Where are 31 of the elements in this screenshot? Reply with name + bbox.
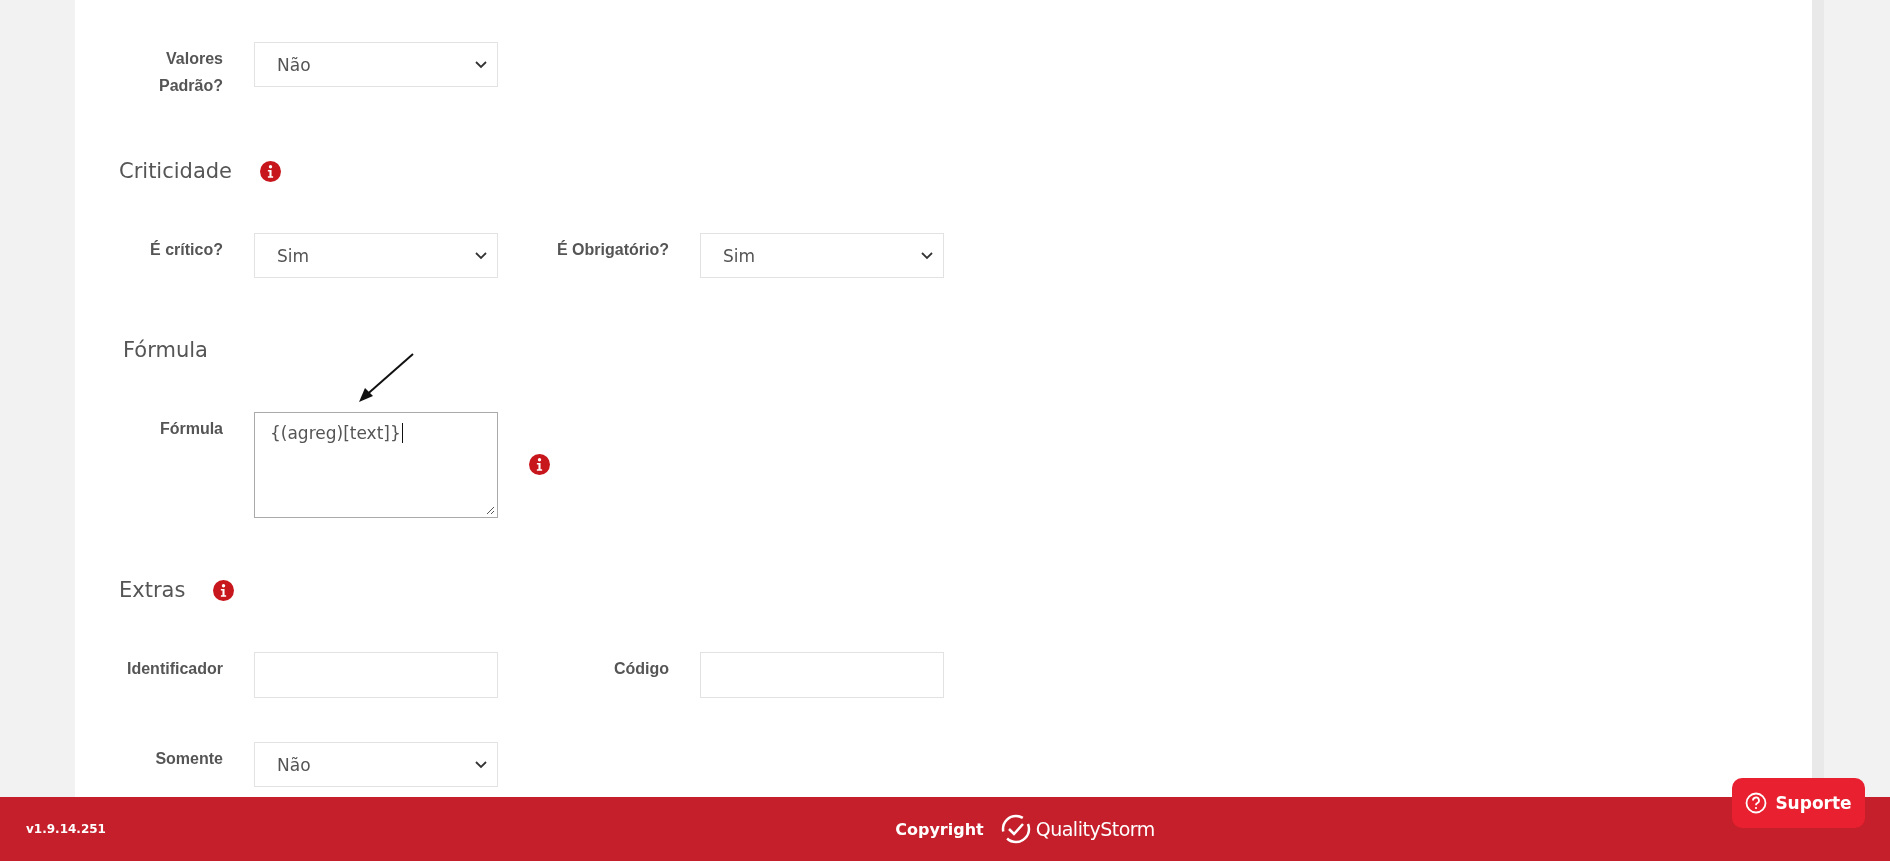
select-field[interactable]: Não bbox=[254, 742, 498, 787]
chevron-down-icon bbox=[475, 60, 487, 69]
brand-logo: QualityStorm bbox=[999, 813, 1155, 845]
formula-textarea[interactable]: {(agreg)[text]} bbox=[254, 412, 498, 518]
support-button[interactable]: Suporte bbox=[1732, 778, 1865, 828]
section-heading: Criticidade bbox=[119, 159, 233, 183]
resize-grip-icon[interactable] bbox=[486, 506, 495, 515]
copyright-label: Copyright bbox=[895, 819, 984, 839]
field-label: Valores Padrão? bbox=[158, 49, 223, 96]
help-icon bbox=[1745, 792, 1768, 814]
field-label: É crítico? bbox=[150, 239, 223, 260]
field-label: Identificador bbox=[127, 659, 223, 679]
select-field[interactable]: Sim bbox=[254, 233, 498, 278]
input-field[interactable] bbox=[700, 652, 944, 698]
section-heading: Extras bbox=[119, 578, 186, 602]
section-heading: Fórmula bbox=[123, 338, 208, 362]
select-field[interactable]: Não bbox=[254, 42, 498, 87]
arrow-drawing bbox=[357, 352, 415, 404]
info-icon[interactable] bbox=[529, 454, 550, 475]
info-icon[interactable] bbox=[213, 579, 235, 601]
chevron-down-icon bbox=[921, 251, 933, 260]
field-label: É Obrigatório? bbox=[557, 239, 669, 260]
field-label: Fórmula bbox=[159, 419, 223, 439]
chevron-down-icon bbox=[475, 760, 487, 769]
chevron-down-icon bbox=[475, 251, 487, 260]
select-field[interactable]: Sim bbox=[700, 233, 944, 278]
field-label: Somente bbox=[155, 749, 223, 769]
info-icon[interactable] bbox=[260, 160, 282, 182]
field-label: Código bbox=[613, 659, 669, 679]
version-label: v1.9.14.251 bbox=[26, 822, 106, 836]
input-field[interactable] bbox=[254, 652, 498, 698]
